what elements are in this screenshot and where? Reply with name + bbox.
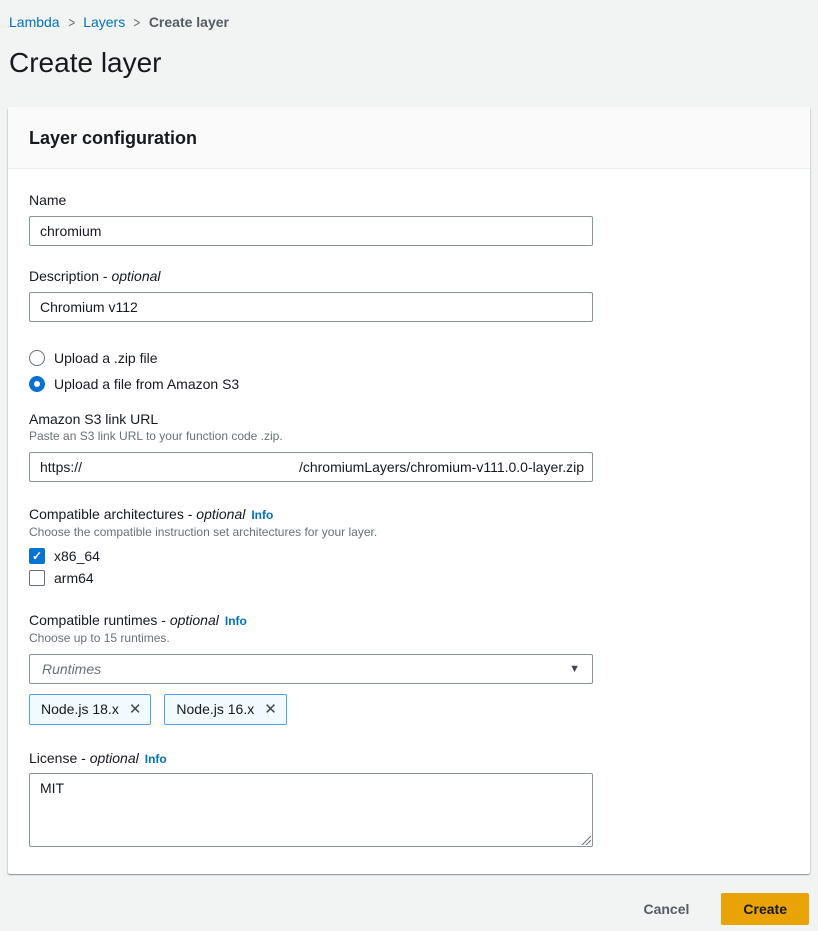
s3-url-suffix: /chromiumLayers/chromium-v111.0.0-layer.… <box>299 459 584 475</box>
s3-url-prefix: https:// <box>40 459 82 475</box>
s3-url-hint: Paste an S3 link URL to your function co… <box>29 428 593 444</box>
s3-url-label: Amazon S3 link URL <box>29 411 593 428</box>
description-label-text: Description - <box>29 268 111 284</box>
radio-unselected-icon[interactable] <box>29 350 45 366</box>
runtimes-hint: Choose up to 15 runtimes. <box>29 630 593 646</box>
runtimes-optional-text: optional <box>170 612 219 628</box>
radio-upload-zip-label: Upload a .zip file <box>54 350 158 366</box>
radio-upload-zip[interactable]: Upload a .zip file <box>29 350 593 366</box>
license-optional-text: optional <box>90 750 139 766</box>
description-input[interactable] <box>29 292 593 322</box>
breadcrumb-current: Create layer <box>149 14 229 30</box>
license-label: License - optional Info <box>29 750 593 768</box>
description-field-group: Description - optional <box>29 268 593 322</box>
dismiss-icon[interactable]: ✕ <box>264 702 277 717</box>
name-input[interactable] <box>29 216 593 246</box>
check-icon: ✓ <box>32 550 42 562</box>
license-field-group: License - optional Info <box>29 750 593 847</box>
dismiss-icon[interactable]: ✕ <box>129 702 142 717</box>
license-info-link[interactable]: Info <box>145 752 167 766</box>
s3-url-input[interactable]: https:// /chromiumLayers/chromium-v111.0… <box>29 452 593 482</box>
runtimes-label-text: Compatible runtimes - <box>29 612 170 628</box>
runtimes-label: Compatible runtimes - optional Info <box>29 612 593 630</box>
runtimes-token-list: Node.js 18.x ✕ Node.js 16.x ✕ <box>29 694 593 725</box>
page-title: Create layer <box>9 45 818 81</box>
checkbox-x86-64-row[interactable]: ✓ x86_64 <box>29 548 593 564</box>
architectures-optional-text: optional <box>196 506 245 522</box>
checkbox-arm64-row[interactable]: arm64 <box>29 570 593 586</box>
caret-down-icon: ▼ <box>569 663 580 675</box>
radio-upload-s3[interactable]: Upload a file from Amazon S3 <box>29 376 593 392</box>
upload-source-radio-group: Upload a .zip file Upload a file from Am… <box>29 350 593 392</box>
footer-actions: Cancel Create <box>0 874 818 925</box>
token-nodejs-16: Node.js 16.x ✕ <box>164 694 286 725</box>
radio-selected-icon[interactable] <box>29 376 45 392</box>
runtimes-select[interactable]: Runtimes ▼ <box>29 654 593 684</box>
architectures-label-text: Compatible architectures - <box>29 506 196 522</box>
runtimes-select-placeholder: Runtimes <box>42 661 101 677</box>
license-textarea[interactable] <box>29 773 593 847</box>
token-nodejs-16-label: Node.js 16.x <box>176 701 254 718</box>
architectures-info-link[interactable]: Info <box>251 508 273 522</box>
s3-url-field-group: Amazon S3 link URL Paste an S3 link URL … <box>29 411 593 482</box>
card-header: Layer configuration <box>8 107 810 169</box>
architectures-hint: Choose the compatible instruction set ar… <box>29 524 593 540</box>
checkbox-arm64-label: arm64 <box>54 570 94 586</box>
layer-configuration-card: Layer configuration Name Description - o… <box>8 107 810 874</box>
card-title: Layer configuration <box>29 127 790 149</box>
description-label: Description - optional <box>29 268 593 285</box>
name-field-group: Name <box>29 192 593 246</box>
breadcrumb-link-layers[interactable]: Layers <box>83 14 125 30</box>
create-button[interactable]: Create <box>721 893 809 925</box>
checkbox-checked-icon[interactable]: ✓ <box>29 548 45 564</box>
chevron-right-icon: > <box>68 13 75 30</box>
runtimes-info-link[interactable]: Info <box>225 614 247 628</box>
architectures-field-group: Compatible architectures - optionalInfo … <box>29 506 593 586</box>
token-nodejs-18-label: Node.js 18.x <box>41 701 119 718</box>
chevron-right-icon: > <box>134 13 141 30</box>
license-textarea-wrap <box>29 773 593 847</box>
description-optional-text: optional <box>111 268 160 284</box>
breadcrumb: Lambda > Layers > Create layer <box>0 0 818 30</box>
card-body: Name Description - optional Upload a .zi… <box>8 169 810 874</box>
radio-upload-s3-label: Upload a file from Amazon S3 <box>54 376 239 392</box>
runtimes-field-group: Compatible runtimes - optional Info Choos… <box>29 612 593 725</box>
name-label: Name <box>29 192 593 209</box>
breadcrumb-link-lambda[interactable]: Lambda <box>9 14 60 30</box>
token-nodejs-18: Node.js 18.x ✕ <box>29 694 151 725</box>
checkbox-unchecked-icon[interactable] <box>29 570 45 586</box>
architectures-label: Compatible architectures - optional Info <box>29 506 593 524</box>
license-label-text: License - <box>29 750 90 766</box>
cancel-button[interactable]: Cancel <box>639 895 693 923</box>
checkbox-x86-64-label: x86_64 <box>54 548 100 564</box>
